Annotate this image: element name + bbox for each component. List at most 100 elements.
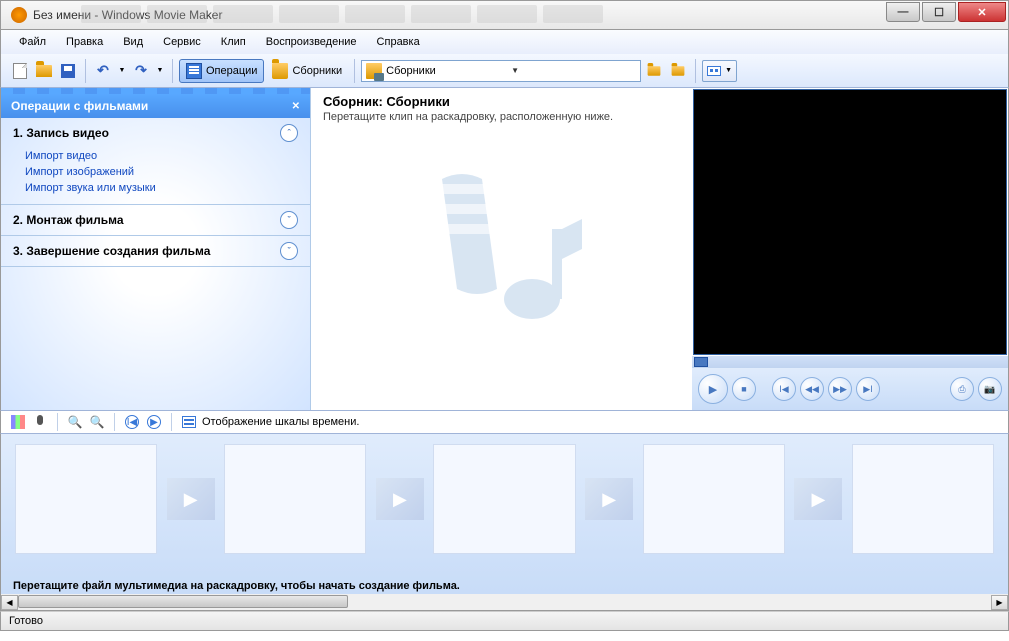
seek-bar[interactable]	[692, 356, 1008, 368]
play-button[interactable]: ▶	[698, 374, 728, 404]
undo-button[interactable]: ↶	[92, 60, 114, 82]
bg-tabs	[81, 5, 848, 25]
storyboard-slot[interactable]	[15, 444, 157, 554]
storyboard-hint: Перетащите файл мультимедиа на раскадров…	[13, 580, 460, 592]
transition-slot[interactable]: ▶	[366, 473, 433, 525]
tasks-panel: Операции с фильмами ✕ 1. Запись видео ˆ …	[1, 88, 311, 410]
snapshot-button[interactable]: 📷	[978, 377, 1002, 401]
menu-service[interactable]: Сервис	[153, 33, 211, 51]
new-folder-button[interactable]	[667, 60, 689, 82]
timeline-toolbar: 🔍 🔍 I◀ ▶ Отображение шкалы времени.	[0, 410, 1009, 434]
separator	[354, 59, 355, 83]
close-button[interactable]: ✕	[958, 2, 1006, 22]
tl-prev-button[interactable]: I◀	[123, 413, 141, 431]
storyboard-slot[interactable]	[643, 444, 785, 554]
timeline-view-toggle[interactable]	[180, 413, 198, 431]
import-images-link[interactable]: Импорт изображений	[25, 164, 298, 180]
horizontal-scrollbar[interactable]: ◀ ▶	[0, 594, 1009, 611]
chevron-down-icon: ˇ	[280, 242, 298, 260]
nav-up-button[interactable]	[643, 60, 665, 82]
menu-edit[interactable]: Правка	[56, 33, 113, 51]
collection-title: Сборник: Сборники	[323, 94, 680, 109]
tasks-section-1-header[interactable]: 1. Запись видео ˆ	[1, 118, 310, 148]
separator	[114, 413, 115, 431]
tl-play-button[interactable]: ▶	[145, 413, 163, 431]
redo-dropdown[interactable]: ▼	[154, 60, 166, 82]
timeline-view-icon	[182, 416, 196, 428]
undo-dropdown[interactable]: ▼	[116, 60, 128, 82]
tasks-section-2-title: 2. Монтаж фильма	[13, 213, 124, 227]
seek-marker[interactable]	[694, 357, 708, 367]
scroll-track[interactable]	[18, 595, 991, 610]
tasks-toggle-button[interactable]: Операции	[179, 59, 264, 83]
undo-icon: ↶	[97, 62, 109, 79]
minimize-button[interactable]: —	[886, 2, 920, 22]
forward-button[interactable]: ▶▶	[828, 377, 852, 401]
import-video-link[interactable]: Импорт видео	[25, 148, 298, 164]
rewind-button[interactable]: ◀◀	[800, 377, 824, 401]
tasks-section-2: 2. Монтаж фильма ˇ	[1, 205, 310, 236]
menu-clip[interactable]: Клип	[211, 33, 256, 51]
menu-file[interactable]: Файл	[9, 33, 56, 51]
tasks-close-button[interactable]: ✕	[292, 101, 300, 112]
tasks-section-3: 3. Завершение создания фильма ˇ	[1, 236, 310, 267]
view-dropdown[interactable]: ▼	[702, 60, 737, 82]
storyboard-track: ▶ ▶ ▶ ▶	[1, 434, 1008, 564]
zoom-out-icon: 🔍	[90, 415, 105, 429]
new-project-button[interactable]	[9, 60, 31, 82]
maximize-button[interactable]: ☐	[922, 2, 956, 22]
split-button[interactable]: ⎙	[950, 377, 974, 401]
menu-view[interactable]: Вид	[113, 33, 153, 51]
zoom-out-button[interactable]: 🔍	[88, 413, 106, 431]
prev-button[interactable]: I◀	[772, 377, 796, 401]
collections-toggle-label: Сборники	[292, 65, 342, 77]
next-button[interactable]: ▶I	[856, 377, 880, 401]
new-folder-icon	[672, 66, 685, 76]
zoom-in-button[interactable]: 🔍	[66, 413, 84, 431]
redo-button[interactable]: ↷	[130, 60, 152, 82]
open-project-button[interactable]	[33, 60, 55, 82]
tasks-section-3-title: 3. Завершение создания фильма	[13, 244, 210, 258]
toolbar: ↶ ▼ ↷ ▼ Операции Сборники Сборники ▼ ▼	[0, 54, 1009, 88]
collection-selected-label: Сборники	[386, 65, 511, 77]
separator	[171, 413, 172, 431]
view-icon	[707, 66, 721, 76]
scroll-thumb[interactable]	[18, 595, 348, 608]
menu-playback[interactable]: Воспроизведение	[256, 33, 367, 51]
narrate-button[interactable]	[31, 413, 49, 431]
status-text: Готово	[9, 615, 43, 627]
folder-up-icon	[648, 66, 661, 76]
tasks-section-1: 1. Запись видео ˆ Импорт видео Импорт из…	[1, 118, 310, 205]
collection-icon	[366, 63, 382, 79]
window-controls: — ☐ ✕	[886, 2, 1006, 22]
stop-button[interactable]: ■	[732, 377, 756, 401]
storyboard[interactable]: ▶ ▶ ▶ ▶ Перетащите файл мультимедиа на р…	[0, 434, 1009, 594]
collection-dropdown[interactable]: Сборники ▼	[361, 60, 641, 82]
transition-slot[interactable]: ▶	[576, 473, 643, 525]
transition-slot[interactable]: ▶	[157, 473, 224, 525]
tasks-section-2-header[interactable]: 2. Монтаж фильма ˇ	[1, 205, 310, 235]
prev-icon: I◀	[125, 415, 139, 429]
timeline-view-label[interactable]: Отображение шкалы времени.	[202, 416, 359, 428]
menu-help[interactable]: Справка	[367, 33, 430, 51]
separator	[172, 59, 173, 83]
save-project-button[interactable]	[57, 60, 79, 82]
collections-toggle-button[interactable]: Сборники	[266, 59, 348, 83]
chevron-down-icon: ˇ	[280, 211, 298, 229]
storyboard-slot[interactable]	[224, 444, 366, 554]
tasks-section-3-header[interactable]: 3. Завершение создания фильма ˇ	[1, 236, 310, 266]
chevron-down-icon: ▼	[511, 66, 636, 75]
tasks-toggle-label: Операции	[206, 65, 257, 77]
collection-panel: Сборник: Сборники Перетащите клип на рас…	[311, 88, 692, 410]
playback-controls: ▶ ■ I◀ ◀◀ ▶▶ ▶I ⎙ 📷	[692, 368, 1008, 410]
zoom-in-icon: 🔍	[68, 415, 83, 429]
preview-video-area	[693, 89, 1007, 355]
scroll-right-button[interactable]: ▶	[991, 595, 1008, 610]
storyboard-slot[interactable]	[852, 444, 994, 554]
audio-levels-button[interactable]	[9, 413, 27, 431]
watermark-graphic	[412, 159, 592, 339]
scroll-left-button[interactable]: ◀	[1, 595, 18, 610]
import-audio-link[interactable]: Импорт звука или музыки	[25, 180, 298, 196]
transition-slot[interactable]: ▶	[785, 473, 852, 525]
storyboard-slot[interactable]	[433, 444, 575, 554]
